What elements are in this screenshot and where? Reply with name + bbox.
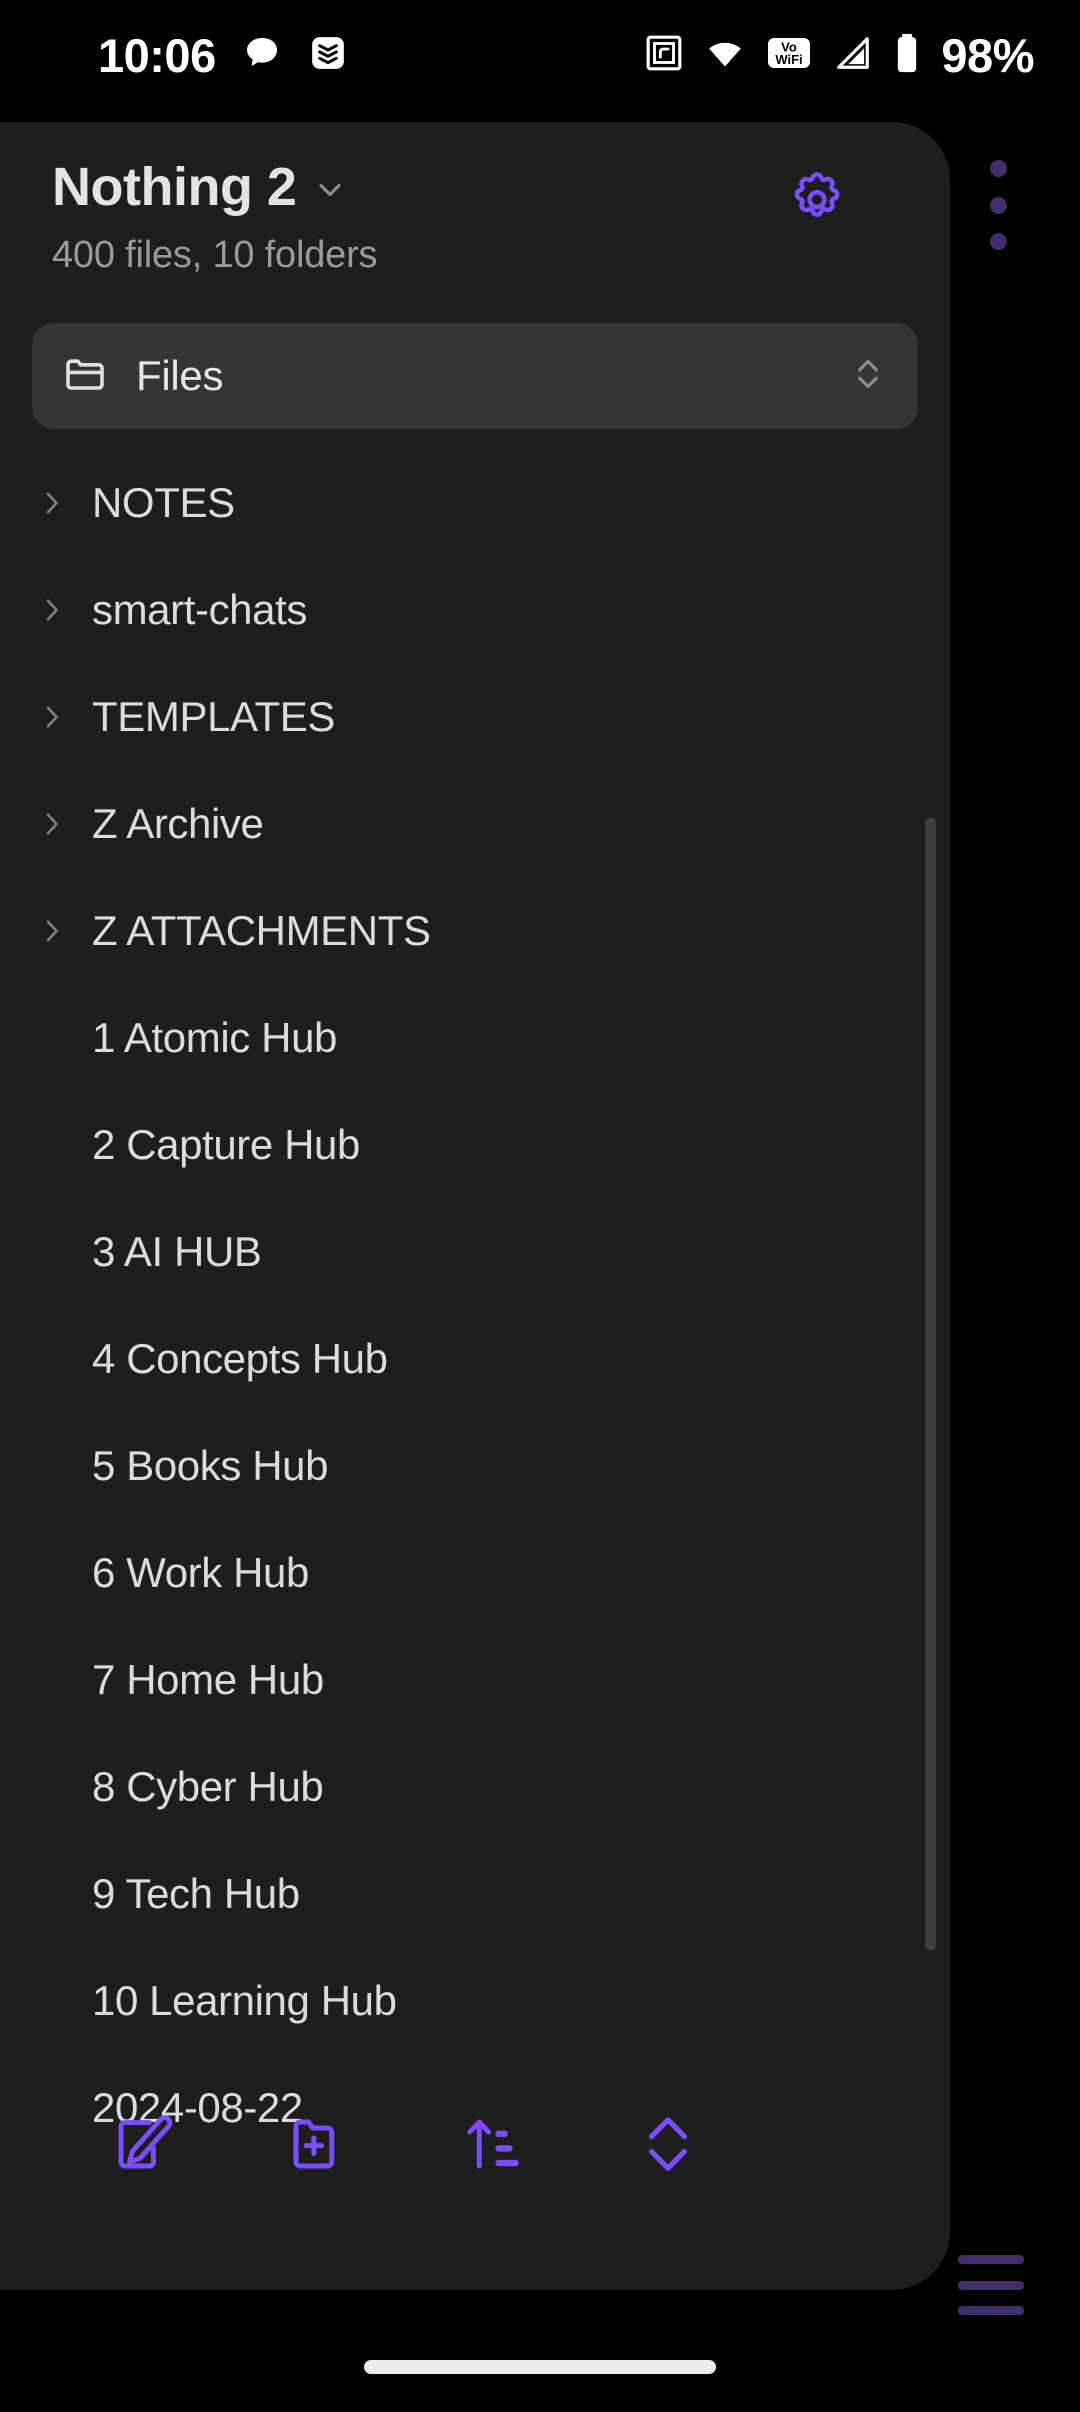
file-tree-row-label: TEMPLATES	[92, 692, 336, 740]
file-tree-row-label: 6 Work Hub	[92, 1548, 309, 1596]
chevron-right-icon[interactable]	[40, 593, 92, 627]
new-folder-button[interactable]	[230, 2111, 405, 2182]
file-tree-row[interactable]: NOTES	[0, 449, 950, 556]
vault-stats-label: 400 files, 10 folders	[52, 234, 378, 276]
battery-icon	[895, 33, 919, 78]
file-tree-row[interactable]: Z Archive	[0, 770, 950, 877]
file-tree-row[interactable]: 5 Books Hub	[0, 1412, 950, 1519]
chevron-right-icon[interactable]	[40, 914, 92, 948]
wifi-icon	[705, 34, 745, 77]
hamburger-menu-button[interactable]	[958, 2255, 1024, 2315]
file-tree-row-label: Z ATTACHMENTS	[92, 906, 431, 954]
status-bar-right: Vo WiFi 98%	[645, 28, 1034, 83]
file-tree-row[interactable]: 3 AI HUB	[0, 1198, 950, 1305]
file-tree-row[interactable]: 10 Learning Hub	[0, 1947, 950, 2054]
file-tree-row[interactable]: 1 Atomic Hub	[0, 984, 950, 1091]
hamburger-line	[958, 2306, 1024, 2315]
file-tree-row-label: Z Archive	[92, 799, 264, 847]
files-source-selector[interactable]: Files	[32, 323, 918, 429]
file-tree-row-label: 2 Capture Hub	[92, 1120, 360, 1168]
gesture-nav-bar	[0, 2330, 1080, 2412]
file-tree-row[interactable]: 2 Capture Hub	[0, 1091, 950, 1198]
status-bar: 10:06 Vo WiFi 98%	[0, 0, 1080, 110]
chevron-up-down-icon	[635, 2108, 701, 2185]
sort-ascending-icon	[460, 2111, 526, 2182]
chevron-down-icon	[312, 172, 348, 213]
nfc-icon	[645, 34, 683, 77]
note-edit-icon	[110, 2111, 176, 2182]
chevron-up-down-icon	[848, 348, 888, 405]
vowifi-icon: Vo WiFi	[767, 34, 811, 77]
file-tree-list: NOTES smart-chats TEMPLATES Z Archive Z ATTA…	[0, 449, 950, 2161]
file-tree-row[interactable]: smart-chats	[0, 556, 950, 663]
scrollbar-thumb[interactable]	[925, 817, 936, 1951]
gear-icon	[786, 164, 848, 231]
file-tree-row[interactable]: 8 Cyber Hub	[0, 1733, 950, 1840]
file-tree-row-label: 8 Cyber Hub	[92, 1762, 324, 1810]
svg-text:WiFi: WiFi	[776, 52, 803, 67]
drawer-toolbar	[0, 2086, 950, 2206]
file-tree-row[interactable]: 4 Concepts Hub	[0, 1305, 950, 1412]
chevron-right-icon[interactable]	[40, 486, 92, 520]
folder-icon	[62, 350, 110, 403]
file-tree-row-label: 4 Concepts Hub	[92, 1334, 388, 1382]
kebab-dot	[989, 196, 1007, 214]
vault-name-label: Nothing 2	[52, 157, 297, 217]
file-tree-row-label: 9 Tech Hub	[92, 1869, 300, 1917]
new-note-button[interactable]	[55, 2111, 230, 2182]
cellular-signal-icon	[833, 34, 873, 77]
file-tree-row[interactable]: 7 Home Hub	[0, 1626, 950, 1733]
chat-bubble-icon	[242, 33, 282, 78]
files-source-label: Files	[136, 352, 224, 399]
todoist-icon	[308, 33, 348, 78]
chevron-right-icon[interactable]	[40, 700, 92, 734]
file-tree-row[interactable]: 9 Tech Hub	[0, 1840, 950, 1947]
gesture-nav-pill[interactable]	[364, 2360, 716, 2374]
battery-percent-label: 98%	[941, 28, 1034, 82]
hamburger-line	[958, 2255, 1024, 2264]
status-bar-clock: 10:06	[98, 28, 216, 82]
phone-screen: 10:06 Vo WiFi 98% Nothing 2 400 files, 1…	[0, 0, 1080, 2412]
status-bar-left: 10:06	[98, 28, 348, 83]
file-tree-row-label: 7 Home Hub	[92, 1655, 324, 1703]
sort-button[interactable]	[405, 2111, 580, 2182]
file-tree-row-label: NOTES	[92, 478, 235, 526]
hamburger-line	[958, 2280, 1024, 2290]
file-tree-row[interactable]: Z ATTACHMENTS	[0, 877, 950, 984]
file-tree-row-label: 1 Atomic Hub	[92, 1013, 337, 1061]
file-tree-row[interactable]: TEMPLATES	[0, 663, 950, 770]
settings-button[interactable]	[780, 160, 854, 234]
kebab-dot	[989, 233, 1007, 250]
overflow-menu-button[interactable]	[980, 160, 1016, 250]
drawer-header: Nothing 2 400 files, 10 folders	[0, 122, 950, 277]
kebab-dot	[989, 160, 1007, 177]
expand-collapse-button[interactable]	[580, 2108, 755, 2185]
file-tree-row-label: smart-chats	[92, 585, 307, 633]
file-tree-row-label: 5 Books Hub	[92, 1441, 329, 1489]
file-explorer-drawer: Nothing 2 400 files, 10 folders Files NO…	[0, 122, 950, 2290]
file-tree-row[interactable]: 6 Work Hub	[0, 1519, 950, 1626]
folder-plus-icon	[285, 2111, 351, 2182]
chevron-right-icon[interactable]	[40, 807, 92, 841]
file-tree-row-label: 3 AI HUB	[92, 1227, 262, 1275]
file-tree-row-label: 10 Learning Hub	[92, 1976, 397, 2024]
